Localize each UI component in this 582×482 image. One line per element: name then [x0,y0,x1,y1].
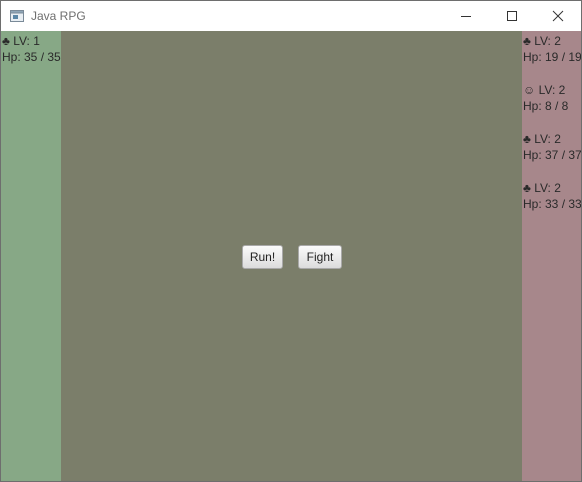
club-icon: ♣ [523,181,531,195]
club-icon: ♣ [2,34,10,48]
enemy-unit: ♣ LV: 2 Hp: 19 / 19 [523,33,581,65]
enemy-unit: ☺ LV: 2 Hp: 8 / 8 [523,82,568,114]
fight-button[interactable]: Fight [298,245,342,269]
unit-level: LV: 2 [534,132,561,146]
app-window: Java RPG ♣ LV: 1 Hp: 35 / 35 Run! Fight … [0,0,582,482]
player-unit: ♣ LV: 1 Hp: 35 / 35 [2,33,61,65]
player-party-panel: ♣ LV: 1 Hp: 35 / 35 [1,31,61,481]
run-button[interactable]: Run! [242,245,283,269]
enemy-unit: ♣ LV: 2 Hp: 33 / 33 [523,180,581,212]
unit-hp: Hp: 33 / 33 [523,197,581,211]
enemy-unit: ♣ LV: 2 Hp: 37 / 37 [523,131,581,163]
unit-level: LV: 2 [534,181,561,195]
minimize-button[interactable] [443,1,489,31]
battle-arena: Run! Fight [61,31,522,481]
unit-hp: Hp: 19 / 19 [523,50,581,64]
enemy-party-panel: ♣ LV: 2 Hp: 19 / 19 ☺ LV: 2 Hp: 8 / 8 ♣ … [522,31,581,481]
unit-level: LV: 2 [538,83,566,97]
minimize-icon [461,16,471,17]
unit-hp: Hp: 37 / 37 [523,148,581,162]
maximize-button[interactable] [489,1,535,31]
club-icon: ♣ [523,132,531,146]
unit-hp: Hp: 35 / 35 [2,50,61,64]
close-button[interactable] [535,1,581,31]
window-title: Java RPG [31,9,86,23]
club-icon: ♣ [523,34,531,48]
unit-hp: Hp: 8 / 8 [523,99,569,113]
unit-level: LV: 1 [13,34,40,48]
unit-level: LV: 2 [534,34,561,48]
app-icon [10,10,24,22]
title-bar[interactable]: Java RPG [1,1,581,31]
game-area: ♣ LV: 1 Hp: 35 / 35 Run! Fight ♣ LV: 2 H… [1,31,581,481]
smiley-icon: ☺ [523,83,536,97]
close-icon [552,10,564,22]
maximize-icon [507,11,517,21]
